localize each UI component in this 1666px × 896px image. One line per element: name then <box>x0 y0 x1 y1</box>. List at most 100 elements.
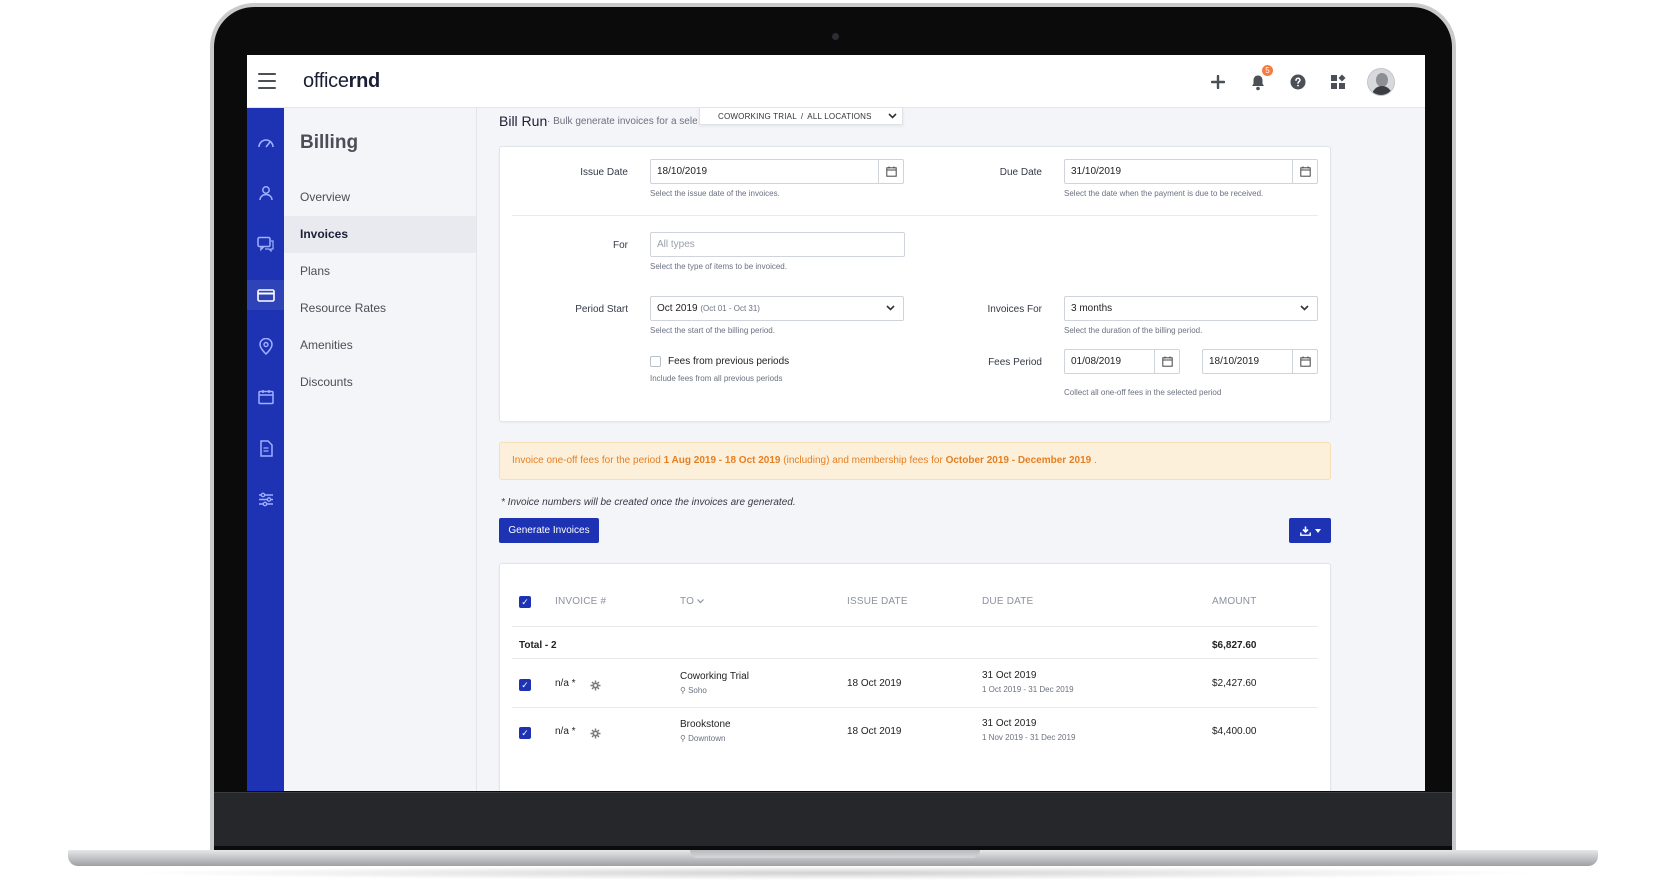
top-bar: officernd 5 <box>247 55 1425 108</box>
alert-membership: October 2019 - December 2019 <box>945 455 1092 466</box>
user-avatar[interactable] <box>1367 68 1395 96</box>
fees-period-from-value: 01/08/2019 <box>1071 356 1122 367</box>
settings-sliders-icon[interactable] <box>247 484 284 514</box>
form-divider <box>512 215 1318 216</box>
total-label: Total - 2 <box>519 640 557 651</box>
row-divider <box>512 707 1318 708</box>
dashboard-icon[interactable] <box>247 127 284 157</box>
period-start-select[interactable]: Oct 2019 (Oct 01 - Oct 31) <box>650 296 904 321</box>
column-header-invoice[interactable]: INVOICE # <box>555 596 606 607</box>
camera <box>832 33 839 40</box>
calendar-icon[interactable] <box>1292 350 1317 373</box>
base-shadow <box>120 866 1546 880</box>
location-selector[interactable]: COWORKING TRIAL / ALL LOCATIONS <box>699 108 903 125</box>
recipient-name[interactable]: Brookstone <box>680 719 731 730</box>
gear-icon[interactable] <box>590 678 601 696</box>
apps-grid-icon[interactable] <box>1327 71 1349 93</box>
brand-logo[interactable]: officernd <box>303 70 380 93</box>
period-start-help: Select the start of the billing period. <box>650 326 775 335</box>
billing-subnav: Billing Overview Invoices Plans Resource… <box>284 108 477 791</box>
column-header-to[interactable]: TO <box>680 596 705 607</box>
invoice-number: n/a * <box>555 678 576 689</box>
issue-date-field[interactable]: 18/10/2019 <box>650 159 904 184</box>
app-screen: officernd 5 Billing Overview Invoices Pl… <box>247 55 1425 791</box>
notification-badge: 5 <box>1262 65 1273 76</box>
issue-date-help: Select the issue date of the invoices. <box>650 189 780 198</box>
amount: $4,400.00 <box>1212 726 1257 737</box>
calendar-icon[interactable] <box>247 382 284 412</box>
period-start-range: (Oct 01 - Oct 31) <box>700 304 760 313</box>
document-icon[interactable] <box>247 433 284 463</box>
fees-previous-label: Fees from previous periods <box>668 356 790 367</box>
subnav-item-resource-rates[interactable]: Resource Rates <box>284 290 476 327</box>
period-start-value: Oct 2019 <box>657 303 698 314</box>
calendar-icon[interactable] <box>878 160 903 183</box>
calendar-icon[interactable] <box>1154 350 1179 373</box>
billing-card-icon[interactable] <box>247 280 284 310</box>
invoices-for-help: Select the duration of the billing perio… <box>1064 326 1203 335</box>
billing-period: 1 Nov 2019 - 31 Dec 2019 <box>982 733 1076 742</box>
plus-icon[interactable] <box>1207 71 1229 93</box>
issue-date: 18 Oct 2019 <box>847 726 902 737</box>
help-icon[interactable] <box>1287 71 1309 93</box>
header-divider <box>512 626 1318 627</box>
row-checkbox[interactable]: ✓ <box>519 679 531 691</box>
page-subtitle: · Bulk generate invoices for a selec <box>547 116 697 127</box>
total-amount: $6,827.60 <box>1212 640 1257 651</box>
calendar-icon[interactable] <box>1292 160 1317 183</box>
subnav-item-amenities[interactable]: Amenities <box>284 327 476 364</box>
fees-period-from-field[interactable]: 01/08/2019 <box>1064 349 1180 374</box>
info-alert: Invoice one-off fees for the period 1 Au… <box>499 442 1331 480</box>
generate-invoices-button[interactable]: Generate Invoices <box>499 518 599 543</box>
main-content: Bill Run · Bulk generate invoices for a … <box>477 108 1425 791</box>
issue-date-value: 18/10/2019 <box>657 166 708 177</box>
period-start-label: Period Start <box>575 304 628 315</box>
location-label: ALL LOCATIONS <box>807 111 872 121</box>
selector-separator: / <box>800 111 804 121</box>
issue-date-label: Issue Date <box>580 167 628 178</box>
column-header-issue-date[interactable]: ISSUE DATE <box>847 596 908 607</box>
subnav-item-discounts[interactable]: Discounts <box>284 364 476 401</box>
download-button[interactable] <box>1289 518 1331 543</box>
subnav-item-plans[interactable]: Plans <box>284 253 476 290</box>
invoices-for-value: 3 months <box>1071 303 1113 314</box>
alert-text: . <box>1091 455 1097 466</box>
page-title: Bill Run <box>499 113 548 129</box>
chevron-down-icon <box>886 297 895 320</box>
fees-previous-checkbox[interactable] <box>650 356 661 367</box>
due-date-help: Select the date when the payment is due … <box>1064 189 1264 198</box>
caret-down-icon <box>1314 528 1321 533</box>
alert-text: Invoice one-off fees for the period <box>512 455 664 466</box>
chat-icon[interactable] <box>247 229 284 259</box>
gear-icon[interactable] <box>590 726 601 744</box>
alert-text: (including) and membership fees for <box>780 455 946 466</box>
for-placeholder: All types <box>657 239 695 250</box>
bell-icon[interactable]: 5 <box>1247 65 1273 93</box>
fees-period-help: Collect all one-off fees in the selected… <box>1064 388 1222 397</box>
location-pin-icon[interactable] <box>247 331 284 361</box>
top-actions: 5 <box>1207 65 1395 96</box>
chevron-down-icon <box>1300 297 1309 320</box>
recipient-name[interactable]: Coworking Trial <box>680 671 749 682</box>
fees-previous-help: Include fees from all previous periods <box>650 374 783 383</box>
pin-icon: ⚲ <box>680 734 686 743</box>
hamburger-menu-icon[interactable] <box>258 73 276 89</box>
column-header-due-date[interactable]: DUE DATE <box>982 596 1033 607</box>
select-all-checkbox[interactable]: ✓ <box>519 596 531 608</box>
for-field[interactable]: All types <box>650 232 905 257</box>
chevron-down-icon <box>888 111 897 122</box>
fees-period-to-field[interactable]: 18/10/2019 <box>1202 349 1318 374</box>
pin-icon: ⚲ <box>680 686 686 695</box>
subnav-item-overview[interactable]: Overview <box>284 179 476 216</box>
column-header-amount[interactable]: AMOUNT <box>1212 596 1257 607</box>
subnav-item-invoices[interactable]: Invoices <box>284 216 476 253</box>
due-date-field[interactable]: 31/10/2019 <box>1064 159 1318 184</box>
company-label: COWORKING TRIAL <box>718 111 797 121</box>
recipient-location: ⚲ Downtown <box>680 734 726 743</box>
section-title: Billing <box>300 132 359 153</box>
members-icon[interactable] <box>247 178 284 208</box>
invoices-for-select[interactable]: 3 months <box>1064 296 1318 321</box>
invoices-table: ✓ INVOICE # TO ISSUE DATE DUE DATE AMOUN… <box>499 563 1331 791</box>
row-checkbox[interactable]: ✓ <box>519 727 531 739</box>
recipient-location: ⚲ Soho <box>680 686 707 695</box>
